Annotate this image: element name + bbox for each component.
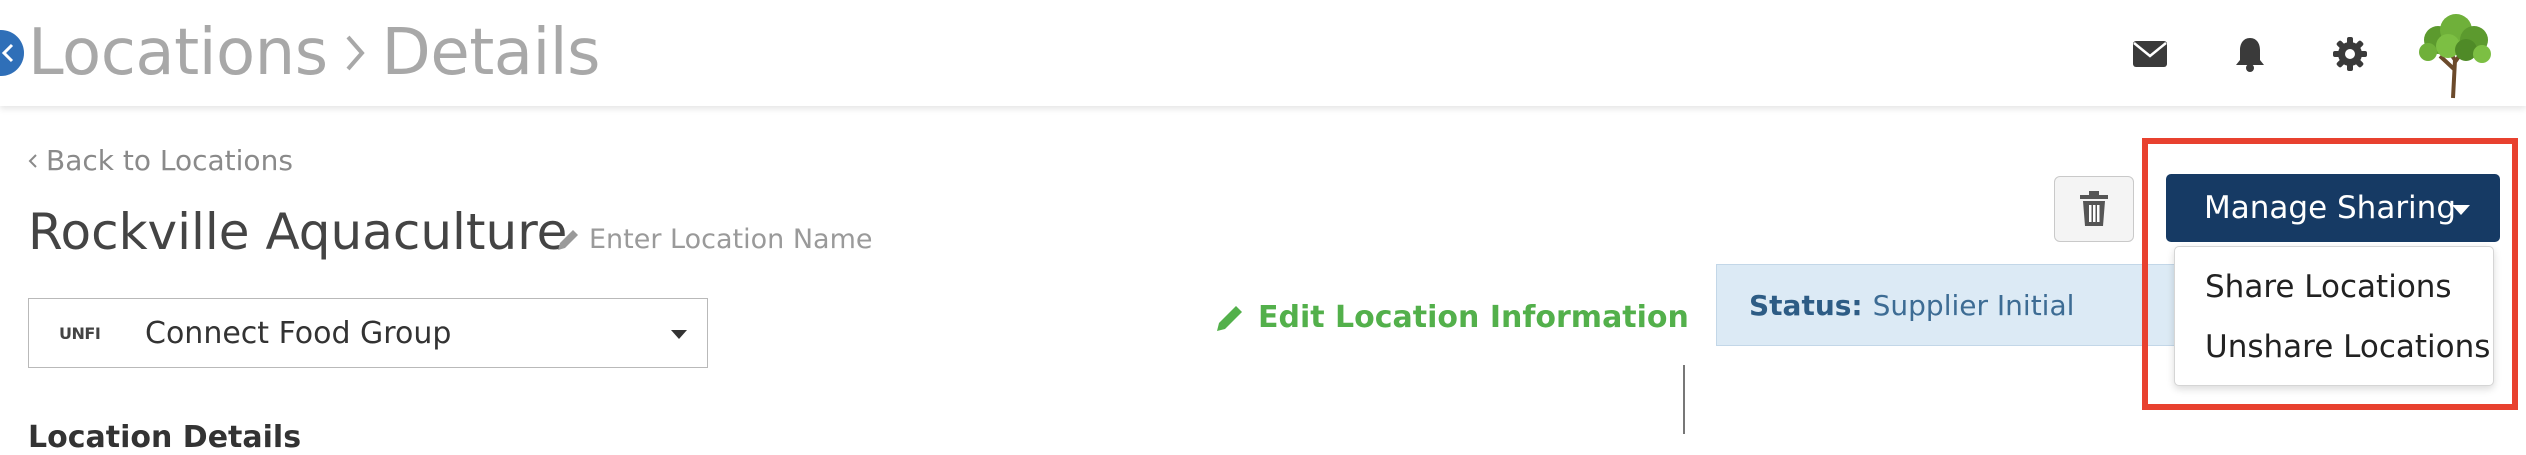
page-title-breadcrumb: Locations Details	[28, 16, 600, 90]
gear-icon[interactable]	[2330, 34, 2370, 74]
organization-select[interactable]: UNFI Connect Food Group	[28, 298, 708, 368]
pencil-icon	[1217, 305, 1242, 331]
manage-sharing-label: Manage Sharing	[2204, 190, 2456, 226]
pencil-icon	[558, 229, 578, 250]
back-link-label: Back to Locations	[46, 144, 293, 177]
status-label: Status:	[1749, 288, 1863, 322]
top-bar: Locations Details	[0, 0, 2526, 106]
back-chevron-icon	[1, 43, 14, 63]
breadcrumb-chevron-icon	[344, 34, 366, 72]
back-to-locations-link[interactable]: Back to Locations	[28, 144, 293, 177]
delete-button[interactable]	[2054, 176, 2134, 242]
trash-icon	[2080, 191, 2108, 226]
column-divider	[1683, 365, 1685, 434]
status-value: Supplier Initial	[1872, 288, 2075, 322]
organization-selected-value: Connect Food Group	[145, 315, 452, 351]
caret-down-icon	[671, 330, 687, 339]
edit-info-label: Edit Location Information	[1258, 300, 1689, 335]
caret-down-icon	[2452, 205, 2470, 215]
breadcrumb-locations[interactable]: Locations	[28, 16, 328, 90]
status-box: Status: Supplier Initial	[1716, 264, 2216, 346]
avatar-tree-icon[interactable]	[2410, 10, 2500, 100]
envelope-icon[interactable]	[2130, 34, 2170, 74]
edit-location-information-link[interactable]: Edit Location Information	[1214, 300, 1689, 335]
breadcrumb-details: Details	[381, 16, 601, 90]
section-heading: Location Details	[28, 420, 302, 455]
location-name-placeholder: Enter Location Name	[589, 224, 873, 255]
manage-sharing-menu: Share Locations Unshare Locations	[2174, 246, 2494, 386]
location-name-edit[interactable]: Enter Location Name	[555, 224, 873, 255]
bell-icon[interactable]	[2230, 34, 2270, 74]
chevron-left-icon	[28, 153, 38, 169]
menu-item-unshare-locations[interactable]: Unshare Locations	[2205, 329, 2490, 365]
unfi-logo: UNFI	[59, 323, 101, 343]
back-circle-button[interactable]	[0, 30, 24, 76]
location-name: Rockville Aquaculture	[28, 203, 568, 261]
manage-sharing-button[interactable]: Manage Sharing	[2166, 174, 2500, 242]
menu-item-share-locations[interactable]: Share Locations	[2205, 269, 2452, 305]
